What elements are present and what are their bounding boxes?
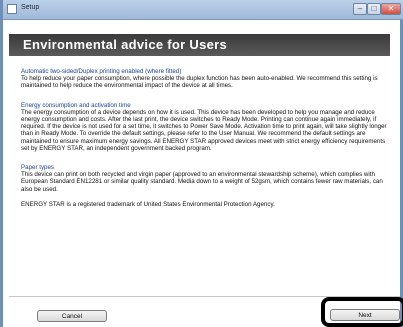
section-body: To help reduce your paper consumption, w…: [21, 75, 378, 90]
advice-content: Automatic two-sided/Duplex printing enab…: [21, 68, 391, 216]
cancel-button[interactable]: Cancel: [37, 310, 107, 322]
section-title: Energy consumption and activation time: [21, 101, 131, 109]
title-bar: Setup – □ ✕: [3, 0, 403, 20]
page-header: Environmental advice for Users: [9, 34, 390, 56]
app-icon: [7, 4, 17, 14]
section-title: Paper types: [21, 164, 55, 172]
section-body: The energy consumption of a device depen…: [21, 108, 387, 152]
minimize-button[interactable]: –: [353, 3, 367, 15]
window-title: Setup: [21, 4, 40, 11]
close-button[interactable]: ✕: [381, 3, 401, 15]
section-energy: Energy consumption and activation time T…: [21, 102, 391, 152]
setup-window: Setup – □ ✕ Environmental advice for Use…: [0, 0, 403, 327]
trademark-note: ENERGY STAR is a registered trademark of…: [21, 200, 275, 208]
section-duplex: Automatic two-sided/Duplex printing enab…: [21, 68, 391, 90]
maximize-button[interactable]: □: [367, 3, 381, 15]
page-title: Environmental advice for Users: [23, 37, 228, 52]
section-body: This device can print on both recycled a…: [21, 171, 383, 193]
section-title: Automatic two-sided/Duplex printing enab…: [21, 68, 182, 75]
next-button[interactable]: Next: [330, 309, 400, 321]
section-paper: Paper types This device can print on bot…: [21, 164, 391, 193]
